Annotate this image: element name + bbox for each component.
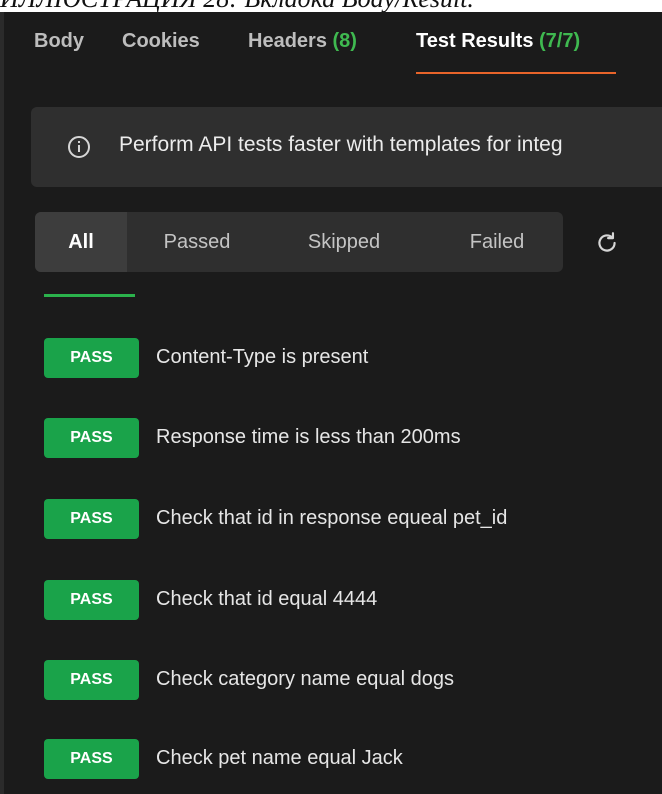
filter-failed[interactable]: Failed xyxy=(447,212,547,272)
test-name: Response time is less than 200ms xyxy=(156,426,461,448)
test-name: Check that id in response equeal pet_id xyxy=(156,507,508,529)
refresh-icon[interactable] xyxy=(594,230,620,256)
filter-all-label: All xyxy=(68,231,94,253)
tab-cookies-label: Cookies xyxy=(122,30,200,52)
tab-test-results[interactable]: Test Results (7/7) xyxy=(416,30,580,53)
filter-skipped-label: Skipped xyxy=(307,231,381,253)
banner-text: Perform API tests faster with templates … xyxy=(119,133,563,156)
templates-banner[interactable]: Perform API tests faster with templates … xyxy=(31,107,662,187)
tab-headers-label: Headers xyxy=(248,30,327,52)
filter-passed-label: Passed xyxy=(163,231,231,253)
filter-failed-label: Failed xyxy=(469,231,525,253)
headers-count: (8) xyxy=(332,30,357,52)
pass-badge: PASS xyxy=(44,660,139,700)
test-name: Check pet name equal Jack xyxy=(156,747,403,769)
response-tabs: Body Cookies Headers (8) Test Results (7… xyxy=(4,12,662,76)
pass-badge: PASS xyxy=(44,580,139,620)
tab-body-label: Body xyxy=(34,30,84,52)
test-results-count: (7/7) xyxy=(539,30,581,52)
active-tab-underline xyxy=(416,72,616,74)
filter-skipped[interactable]: Skipped xyxy=(289,212,399,272)
info-icon xyxy=(68,136,90,158)
tab-body[interactable]: Body xyxy=(34,30,84,53)
test-name: Check that id equal 4444 xyxy=(156,588,378,610)
result-filter-bar: All Passed Skipped Failed xyxy=(35,212,563,272)
pass-badge: PASS xyxy=(44,338,139,378)
tab-headers[interactable]: Headers (8) xyxy=(248,30,357,53)
tab-cookies[interactable]: Cookies xyxy=(122,30,200,53)
test-name: Check category name equal dogs xyxy=(156,668,454,690)
tab-test-results-label: Test Results xyxy=(416,30,534,52)
test-name: Content-Type is present xyxy=(156,346,369,368)
pass-badge: PASS xyxy=(44,739,139,779)
partial-result-indicator xyxy=(44,294,135,297)
pass-badge: PASS xyxy=(44,418,139,458)
filter-passed[interactable]: Passed xyxy=(147,212,247,272)
filter-all[interactable]: All xyxy=(35,212,127,272)
pass-badge: PASS xyxy=(44,499,139,539)
response-panel: Body Cookies Headers (8) Test Results (7… xyxy=(0,12,662,794)
